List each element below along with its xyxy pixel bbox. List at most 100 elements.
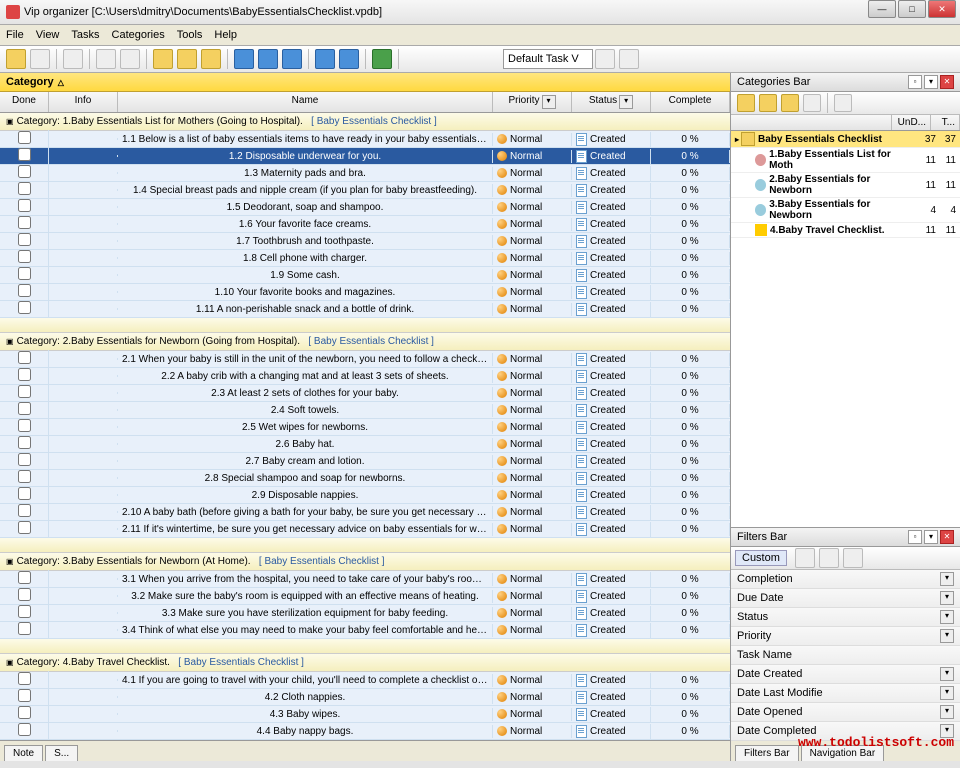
edit-cat-icon[interactable] bbox=[759, 94, 777, 112]
menu-view[interactable]: View bbox=[36, 29, 60, 41]
done-checkbox[interactable] bbox=[18, 250, 31, 263]
right-tab[interactable]: Filters Bar bbox=[735, 745, 799, 761]
done-checkbox[interactable] bbox=[18, 385, 31, 398]
filter-row[interactable]: Completion▾ bbox=[731, 570, 960, 589]
close-panel-icon[interactable]: ✕ bbox=[940, 530, 954, 544]
done-checkbox[interactable] bbox=[18, 588, 31, 601]
custom-filter[interactable]: Custom bbox=[735, 550, 787, 566]
close-button[interactable]: ✕ bbox=[928, 0, 956, 18]
task-row[interactable]: 4.4 Baby nappy bags.NormalCreated0 % bbox=[0, 723, 730, 740]
done-checkbox[interactable] bbox=[18, 131, 31, 144]
copy-icon[interactable] bbox=[258, 49, 278, 69]
clear-filter-icon[interactable] bbox=[843, 548, 863, 568]
task-row[interactable]: 2.9 Disposable nappies.NormalCreated0 % bbox=[0, 487, 730, 504]
new-task-icon[interactable] bbox=[153, 49, 173, 69]
done-checkbox[interactable] bbox=[18, 267, 31, 280]
paste-icon[interactable] bbox=[282, 49, 302, 69]
done-checkbox[interactable] bbox=[18, 351, 31, 364]
done-checkbox[interactable] bbox=[18, 706, 31, 719]
col-done[interactable]: Done bbox=[0, 92, 49, 112]
task-row[interactable]: 3.1 When you arrive from the hospital, y… bbox=[0, 571, 730, 588]
done-checkbox[interactable] bbox=[18, 689, 31, 702]
chevron-down-icon[interactable]: ▾ bbox=[940, 667, 954, 681]
category-header[interactable]: ▣Category: 3.Baby Essentials for Newborn… bbox=[0, 553, 730, 571]
tree-node[interactable]: 2.Baby Essentials for Newborn1111 bbox=[731, 173, 960, 198]
menu-help[interactable]: Help bbox=[214, 29, 237, 41]
task-row[interactable]: 1.10 Your favorite books and magazines.N… bbox=[0, 284, 730, 301]
print-icon[interactable] bbox=[96, 49, 116, 69]
task-row[interactable]: 1.2 Disposable underwear for you.NormalC… bbox=[0, 148, 730, 165]
task-row[interactable]: 1.5 Deodorant, soap and shampoo.NormalCr… bbox=[0, 199, 730, 216]
group-panel[interactable]: Category △ bbox=[0, 73, 730, 92]
menu-file[interactable]: File bbox=[6, 29, 24, 41]
cut-icon[interactable] bbox=[234, 49, 254, 69]
task-row[interactable]: 1.6 Your favorite face creams.NormalCrea… bbox=[0, 216, 730, 233]
task-row[interactable]: 4.3 Baby wipes.NormalCreated0 % bbox=[0, 706, 730, 723]
task-row[interactable]: 1.3 Maternity pads and bra.NormalCreated… bbox=[0, 165, 730, 182]
task-row[interactable]: 2.4 Soft towels.NormalCreated0 % bbox=[0, 402, 730, 419]
redo-icon[interactable] bbox=[339, 49, 359, 69]
filter-row[interactable]: Due Date▾ bbox=[731, 589, 960, 608]
task-row[interactable]: 1.11 A non-perishable snack and a bottle… bbox=[0, 301, 730, 318]
undo-icon[interactable] bbox=[315, 49, 335, 69]
clear-icon[interactable] bbox=[619, 49, 639, 69]
filter-row[interactable]: Date Opened▾ bbox=[731, 703, 960, 722]
open-icon[interactable] bbox=[30, 49, 50, 69]
category-header[interactable]: ▣Category: 2.Baby Essentials for Newborn… bbox=[0, 333, 730, 351]
task-row[interactable]: 3.2 Make sure the baby's room is equippe… bbox=[0, 588, 730, 605]
filter-row[interactable]: Priority▾ bbox=[731, 627, 960, 646]
filter-icon[interactable] bbox=[595, 49, 615, 69]
menu-tools[interactable]: Tools bbox=[177, 29, 203, 41]
task-row[interactable]: 1.4 Special breast pads and nipple cream… bbox=[0, 182, 730, 199]
tree-node[interactable]: 3.Baby Essentials for Newborn44 bbox=[731, 198, 960, 223]
done-checkbox[interactable] bbox=[18, 504, 31, 517]
done-checkbox[interactable] bbox=[18, 453, 31, 466]
done-checkbox[interactable] bbox=[18, 284, 31, 297]
task-row[interactable]: 2.8 Special shampoo and soap for newborn… bbox=[0, 470, 730, 487]
category-header[interactable]: ▣Category: 4.Baby Travel Checklist. [ Ba… bbox=[0, 654, 730, 672]
done-checkbox[interactable] bbox=[18, 368, 31, 381]
chevron-down-icon[interactable]: ▾ bbox=[940, 686, 954, 700]
col-complete[interactable]: Complete bbox=[651, 92, 730, 112]
done-checkbox[interactable] bbox=[18, 622, 31, 635]
preview-icon[interactable] bbox=[120, 49, 140, 69]
done-checkbox[interactable] bbox=[18, 605, 31, 618]
task-row[interactable]: 2.11 If it's wintertime, be sure you get… bbox=[0, 521, 730, 538]
done-checkbox[interactable] bbox=[18, 672, 31, 685]
task-row[interactable]: 1.1 Below is a list of baby essentials i… bbox=[0, 131, 730, 148]
done-checkbox[interactable] bbox=[18, 148, 31, 161]
done-checkbox[interactable] bbox=[18, 470, 31, 483]
done-checkbox[interactable] bbox=[18, 521, 31, 534]
maximize-button[interactable]: □ bbox=[898, 0, 926, 18]
category-tree[interactable]: ▸Baby Essentials Checklist37371.Baby Ess… bbox=[731, 131, 960, 527]
task-grid[interactable]: Done Info Name Priority▾ Status▾ Complet… bbox=[0, 92, 730, 740]
col-priority[interactable]: Priority▾ bbox=[493, 92, 572, 112]
pin-icon[interactable]: ▫ bbox=[908, 75, 922, 89]
save-icon[interactable] bbox=[63, 49, 83, 69]
apply-filter-icon[interactable] bbox=[795, 548, 815, 568]
task-row[interactable]: 3.4 Think of what else you may need to m… bbox=[0, 622, 730, 639]
done-checkbox[interactable] bbox=[18, 165, 31, 178]
refresh-icon[interactable] bbox=[372, 49, 392, 69]
chevron-down-icon[interactable]: ▾ bbox=[940, 629, 954, 643]
filter-row[interactable]: Date Created▾ bbox=[731, 665, 960, 684]
category-header[interactable]: ▣Category: 1.Baby Essentials List for Mo… bbox=[0, 113, 730, 131]
col-status[interactable]: Status▾ bbox=[572, 92, 651, 112]
done-checkbox[interactable] bbox=[18, 487, 31, 500]
task-row[interactable]: 2.5 Wet wipes for newborns.NormalCreated… bbox=[0, 419, 730, 436]
minimize-button[interactable]: — bbox=[868, 0, 896, 18]
col-info[interactable]: Info bbox=[49, 92, 118, 112]
note-tab[interactable]: S... bbox=[45, 745, 78, 761]
edit-filter-icon[interactable] bbox=[819, 548, 839, 568]
done-checkbox[interactable] bbox=[18, 419, 31, 432]
tree-node[interactable]: 1.Baby Essentials List for Moth1111 bbox=[731, 148, 960, 173]
done-checkbox[interactable] bbox=[18, 182, 31, 195]
done-checkbox[interactable] bbox=[18, 723, 31, 736]
done-checkbox[interactable] bbox=[18, 571, 31, 584]
filter-row[interactable]: Status▾ bbox=[731, 608, 960, 627]
note-tab[interactable]: Note bbox=[4, 745, 43, 761]
expand-icon[interactable] bbox=[803, 94, 821, 112]
task-row[interactable]: 4.2 Cloth nappies.NormalCreated0 % bbox=[0, 689, 730, 706]
tree-node[interactable]: 4.Baby Travel Checklist.1111 bbox=[731, 223, 960, 238]
col-name[interactable]: Name bbox=[118, 92, 493, 112]
